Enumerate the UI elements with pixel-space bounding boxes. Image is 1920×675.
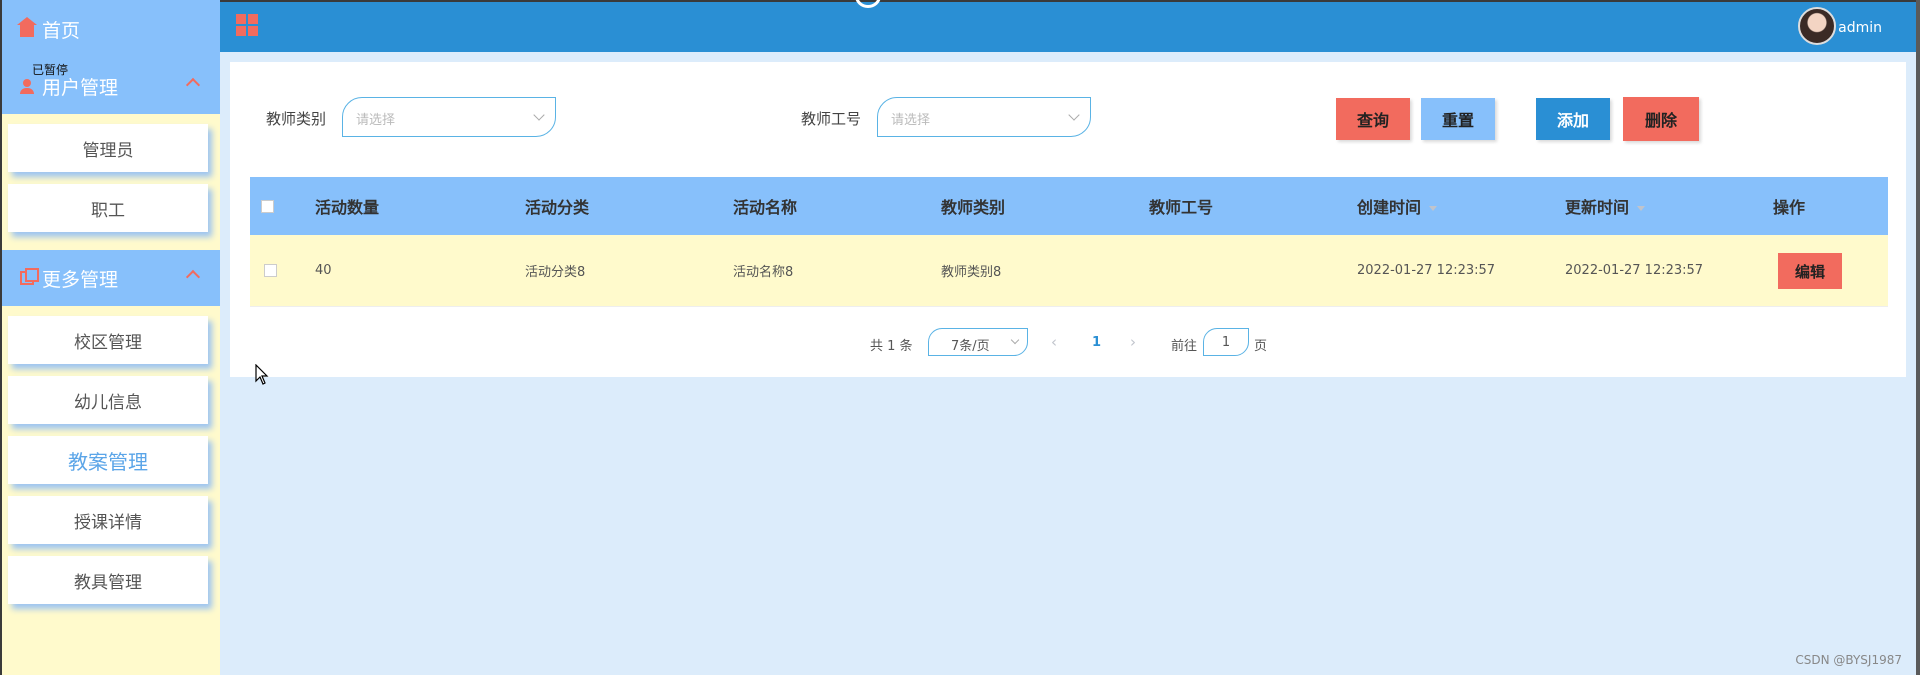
sidebar-item-campus[interactable]: 校区管理	[8, 316, 208, 364]
submenu-more: 校区管理 幼儿信息 教案管理 授课详情 教具管理	[2, 306, 220, 622]
circle-icon	[855, 0, 881, 8]
menu-home[interactable]: 首页	[2, 0, 220, 58]
content-panel: 教师类别 请选择 教师工号 请选择 查询 重置 添加 删除 活动数量 活动分类 …	[230, 62, 1906, 377]
sidebar-item-lesson-plans[interactable]: 教案管理	[8, 436, 208, 484]
column-header-label: 创建时间	[1357, 198, 1422, 217]
goto-label: 前往	[1171, 339, 1198, 354]
page-size-select[interactable]: 7条/页	[928, 328, 1028, 356]
teacher-no-label: 教师工号	[801, 110, 862, 128]
data-table: 活动数量 活动分类 活动名称 教师类别 教师工号 创建时间 更新时间 操作 40…	[250, 177, 1888, 307]
cell-created: 2022-01-27 12:23:57	[1357, 263, 1496, 278]
sidebar-item-children[interactable]: 幼儿信息	[8, 376, 208, 424]
chevron-up-icon	[185, 269, 201, 285]
add-button[interactable]: 添加	[1536, 98, 1610, 140]
goto-page-input[interactable]: 1	[1203, 328, 1249, 356]
sidebar-item-staff[interactable]: 职工	[8, 184, 208, 232]
teacher-type-placeholder: 请选择	[356, 113, 396, 128]
column-header: 教师类别	[941, 198, 1006, 217]
submenu-user: 管理员 职工	[2, 114, 220, 250]
sort-icon[interactable]	[1637, 206, 1646, 211]
cell-teacher-type: 教师类别8	[941, 265, 1002, 280]
chevron-down-icon	[1068, 109, 1080, 121]
column-header: 活动名称	[733, 198, 798, 217]
row-checkbox[interactable]	[264, 264, 277, 277]
sort-icon[interactable]	[1429, 206, 1438, 211]
menu-home-label: 首页	[42, 19, 81, 42]
sidebar-item-teaching-aids[interactable]: 教具管理	[8, 556, 208, 604]
avatar[interactable]	[1798, 7, 1836, 45]
home-icon	[17, 17, 37, 37]
menu-group-more[interactable]: 更多管理	[2, 250, 220, 306]
chevron-down-icon	[533, 109, 545, 121]
reset-button[interactable]: 重置	[1421, 98, 1495, 140]
sidebar-item-teaching-details[interactable]: 授课详情	[8, 496, 208, 544]
column-header-updated[interactable]: 更新时间	[1565, 194, 1646, 218]
page-size-value: 7条/页	[951, 339, 990, 354]
column-header: 活动分类	[525, 198, 590, 217]
next-page-icon[interactable]: ›	[1130, 333, 1136, 351]
top-header: admin	[220, 0, 1920, 52]
prev-page-icon[interactable]: ‹	[1051, 333, 1057, 351]
current-page[interactable]: 1	[1092, 335, 1101, 350]
chevron-down-icon	[1010, 335, 1020, 345]
cell-count: 40	[315, 263, 332, 278]
paused-tag: 已暂停	[32, 63, 69, 77]
pagination: 共 1 条 7条/页 ‹ 1 › 前往 1 页	[230, 328, 1906, 358]
username[interactable]: admin	[1838, 20, 1882, 36]
teacher-no-select[interactable]: 请选择	[877, 97, 1091, 137]
column-header: 操作	[1773, 198, 1806, 217]
menu-group-more-label: 更多管理	[42, 268, 119, 291]
column-header: 教师工号	[1149, 198, 1214, 217]
sidebar: 首页 用户管理 管理员 职工 更多管理 校区管理 幼儿信息 教案管理 授课详情 …	[0, 0, 220, 675]
edit-button[interactable]: 编辑	[1778, 253, 1842, 289]
teacher-type-select[interactable]: 请选择	[342, 97, 556, 137]
column-header-created[interactable]: 创建时间	[1357, 194, 1438, 218]
window-edge	[1916, 0, 1920, 675]
user-icon	[20, 79, 34, 94]
sidebar-item-admin[interactable]: 管理员	[8, 124, 208, 172]
column-header-label: 更新时间	[1565, 198, 1630, 217]
cell-name: 活动名称8	[733, 265, 794, 280]
chevron-up-icon	[185, 77, 201, 93]
table-row: 40 活动分类8 活动名称8 教师类别8 2022-01-27 12:23:57…	[250, 235, 1888, 307]
watermark: CSDN @BYSJ1987	[1795, 653, 1902, 667]
column-header: 活动数量	[315, 198, 380, 217]
query-button[interactable]: 查询	[1336, 98, 1410, 140]
cell-updated: 2022-01-27 12:23:57	[1565, 263, 1704, 278]
teacher-no-placeholder: 请选择	[891, 113, 931, 128]
apps-grid-icon[interactable]	[236, 14, 258, 36]
pagination-total: 共 1 条	[870, 339, 913, 354]
table-header: 活动数量 活动分类 活动名称 教师类别 教师工号 创建时间 更新时间 操作	[250, 177, 1888, 235]
delete-button[interactable]: 删除	[1623, 97, 1699, 141]
mouse-cursor-icon	[255, 364, 269, 385]
page-suffix: 页	[1254, 339, 1268, 354]
cell-category: 活动分类8	[525, 265, 586, 280]
copy-icon	[20, 268, 39, 285]
select-all-checkbox[interactable]	[261, 200, 274, 213]
teacher-type-label: 教师类别	[266, 110, 327, 128]
